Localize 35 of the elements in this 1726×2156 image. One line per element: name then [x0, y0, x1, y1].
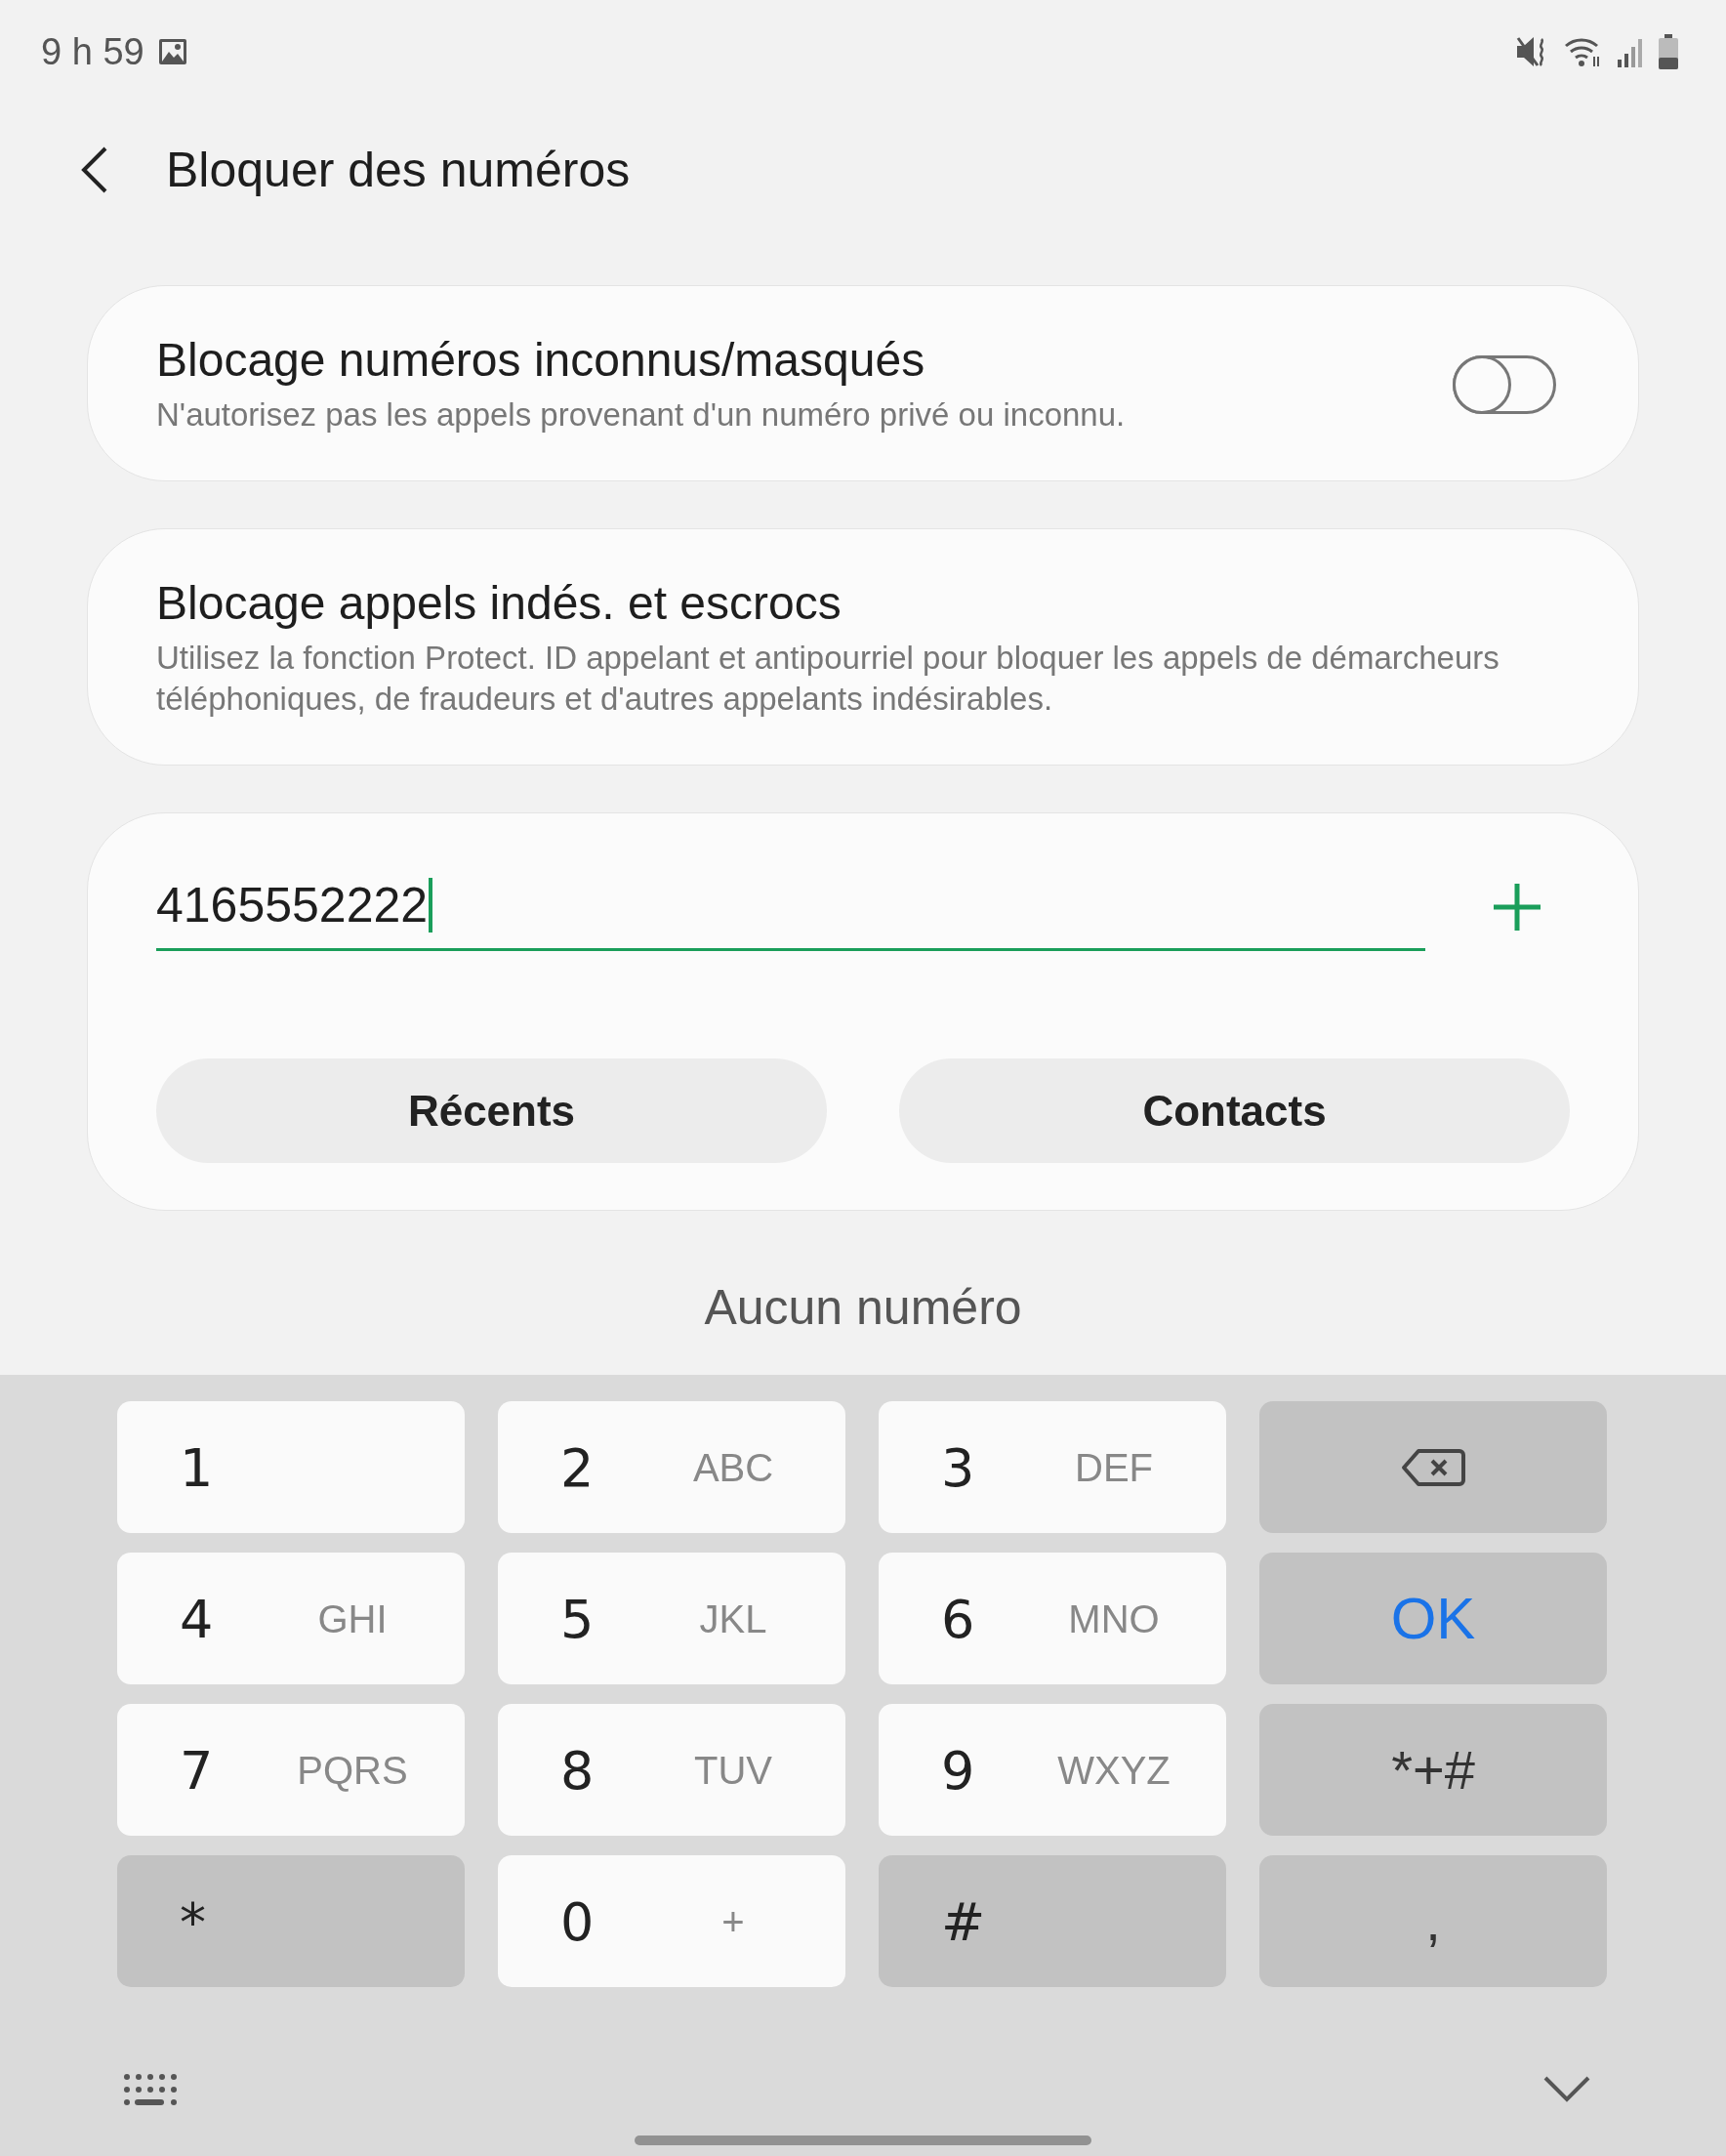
- setting-description: Utilisez la fonction Protect. ID appelant et antipourriel pour bloquer les appels de démarcheurs téléphoniques, de fraudeurs et d'autres appelants indésirables.: [156, 639, 1500, 719]
- source-button[interactable]: Récents: [156, 1058, 827, 1163]
- dial-key[interactable]: 5 JKL: [498, 1553, 845, 1684]
- phone-number-field[interactable]: 4165552222: [156, 862, 1425, 951]
- dial-key[interactable]: 4 GHI: [117, 1553, 465, 1684]
- signal-icon: [1617, 36, 1644, 67]
- dial-key[interactable]: 9 WXYZ: [879, 1704, 1226, 1836]
- symbol-key[interactable]: *+#: [1259, 1704, 1607, 1836]
- setting-title: Blocage numéros inconnus/masqués: [156, 333, 926, 387]
- empty-message: Aucun numéro: [703, 1279, 1023, 1336]
- setting-description: N'autorisez pas les appels provenant d'un numéro privé ou inconnu.: [156, 395, 1127, 435]
- home-handle[interactable]: [635, 2135, 1091, 2145]
- status-time: 9 h 59: [41, 30, 144, 73]
- dial-key[interactable]: 7 PQRS: [117, 1704, 465, 1836]
- dial-key[interactable]: 2 ABC: [498, 1401, 845, 1533]
- image-icon: [157, 38, 187, 65]
- dial-key[interactable]: 8 TUV: [498, 1704, 845, 1836]
- chevron-down-icon[interactable]: [1542, 2075, 1591, 2104]
- source-button[interactable]: Contacts: [899, 1058, 1570, 1163]
- toggle-switch[interactable]: [1453, 354, 1556, 414]
- dial-key[interactable]: 1: [117, 1401, 465, 1533]
- dial-key[interactable]: 6 MNO: [879, 1553, 1226, 1684]
- setting-card[interactable]: Blocage appels indés. et escrocs Utilisez la fonction Protect. ID appelant et antipourriel pour bloquer les appels de démarcheurs téléphoniques, de fraudeurs et d'autres appelants indésirables.: [87, 528, 1639, 766]
- dial-key[interactable]: 0 +: [498, 1855, 845, 1987]
- dial-key[interactable]: 3 DEF: [879, 1401, 1226, 1533]
- symbol-key[interactable]: #: [879, 1855, 1226, 1987]
- symbol-key[interactable]: *: [117, 1855, 465, 1987]
- page-title: Bloquer des numéros: [166, 142, 631, 198]
- setting-card[interactable]: Blocage numéros inconnus/masqués N'autorisez pas les appels provenant d'un numéro privé ou inconnu.: [87, 285, 1639, 481]
- backspace-icon: [1401, 1447, 1465, 1487]
- setting-title: Blocage appels indés. et escrocs: [156, 576, 842, 630]
- battery-icon: [1658, 34, 1679, 69]
- keyboard-icon[interactable]: [123, 2073, 180, 2106]
- plus-icon: [1492, 881, 1542, 933]
- symbol-key[interactable]: ,: [1259, 1855, 1607, 1987]
